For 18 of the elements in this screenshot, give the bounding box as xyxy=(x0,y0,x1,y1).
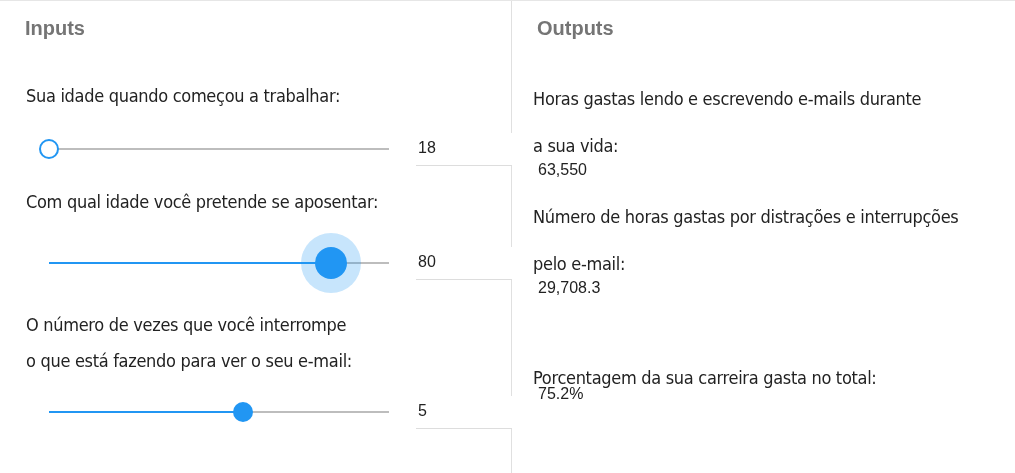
output-label: pelo e-mail: xyxy=(533,252,627,276)
output-label: Horas gastas lendo e escrevendo e-mails durante xyxy=(533,87,923,111)
slider-label: Com qual idade você pretende se aposentar: xyxy=(26,190,380,214)
output-label: a sua vida: xyxy=(533,134,620,158)
slider-thumb[interactable] xyxy=(232,402,253,422)
panel-title: Outputs xyxy=(537,17,615,41)
slider-thumb[interactable] xyxy=(39,139,59,159)
number-field[interactable]: 5 xyxy=(416,395,512,429)
output-value: 63,550 xyxy=(538,161,588,180)
output-label: Número de horas gastas por distrações e interrupções xyxy=(533,205,960,229)
number-field[interactable]: 18 xyxy=(416,132,512,166)
panel-title: Inputs xyxy=(25,17,86,41)
output-value: 75.2% xyxy=(538,385,584,404)
number-field[interactable]: 80 xyxy=(416,246,512,280)
output-value: 29,708.3 xyxy=(538,279,602,298)
slider-label: Sua idade quando começou a trabalhar: xyxy=(26,84,342,108)
slider-label: O número de vezes que você interrompe xyxy=(26,313,348,337)
slider-label: o que está fazendo para ver o seu e-mail: xyxy=(26,349,353,373)
